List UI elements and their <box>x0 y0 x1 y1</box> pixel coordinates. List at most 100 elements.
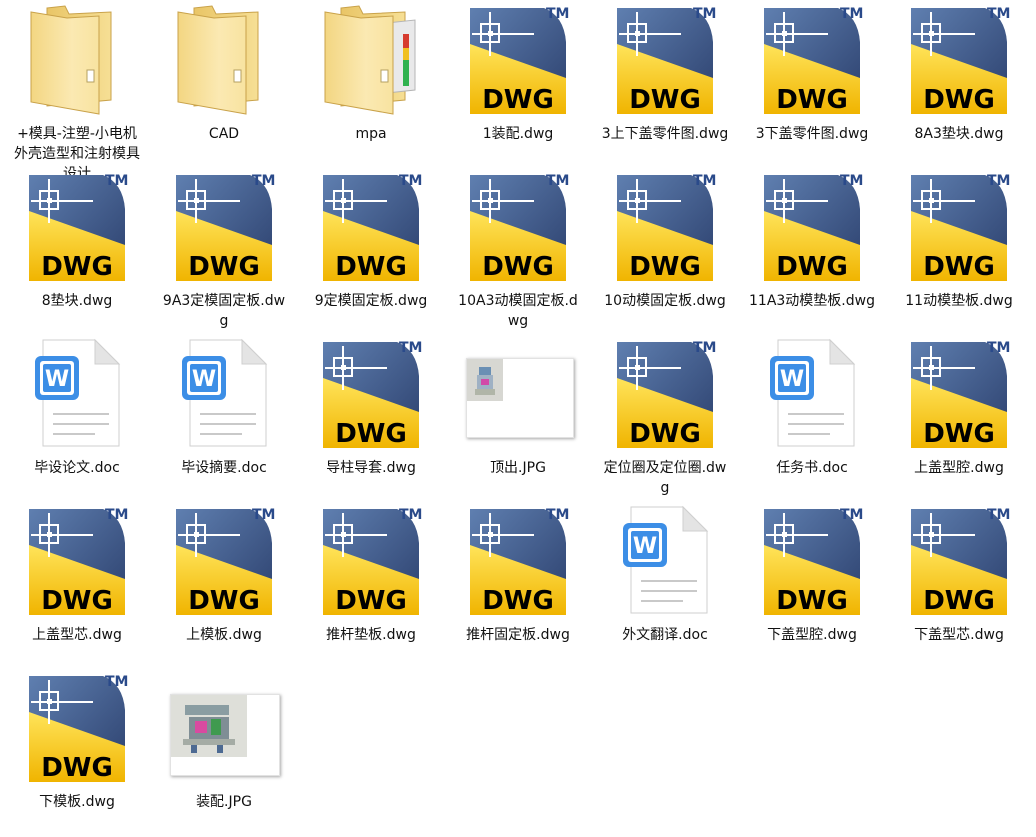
file-label: 毕设论文.doc <box>34 460 120 476</box>
svg-text:DWG: DWG <box>629 85 701 115</box>
dwg-file-icon: DWG TM <box>319 505 423 617</box>
file-label: 上模板.dwg <box>186 627 262 643</box>
dwg-file-icon: DWG TM <box>25 672 129 784</box>
dwg-file-item[interactable]: DWG TM 3下盖零件图.dwg <box>747 4 877 169</box>
file-label: CAD <box>208 126 240 142</box>
svg-text:TM: TM <box>546 173 569 189</box>
svg-text:TM: TM <box>987 507 1010 523</box>
dwg-file-icon: DWG TM <box>907 338 1011 450</box>
dwg-file-item[interactable]: DWG TM 下盖型腔.dwg <box>747 505 877 670</box>
svg-text:TM: TM <box>105 674 128 690</box>
file-label: 下模板.dwg <box>39 794 115 810</box>
dwg-file-icon: DWG TM <box>760 171 864 283</box>
file-label: 推杆固定板.dwg <box>466 627 570 643</box>
file-label: 下盖型芯.dwg <box>914 627 1004 643</box>
file-label: 3下盖零件图.dwg <box>755 126 869 142</box>
doc-file-item[interactable]: W 外文翻译.doc <box>600 505 730 670</box>
jpg-file-item[interactable]: 装配.JPG <box>159 672 289 837</box>
image-thumbnail <box>170 694 280 776</box>
dwg-file-item[interactable]: DWG TM 11A3动模垫板.dwg <box>747 171 877 336</box>
dwg-file-item[interactable]: DWG TM 11动模垫板.dwg <box>894 171 1024 336</box>
svg-text:TM: TM <box>987 340 1010 356</box>
folder-item[interactable]: +模具-注塑-小电机外壳造型和注射模具设计 <box>12 4 142 182</box>
file-label: 3上下盖零件图.dwg <box>601 126 729 142</box>
dwg-file-icon: DWG TM <box>613 4 717 116</box>
dwg-file-item[interactable]: DWG TM 1装配.dwg <box>453 4 583 169</box>
file-label: 上盖型腔.dwg <box>914 460 1004 476</box>
file-label: 9定模固定板.dwg <box>314 293 428 309</box>
dwg-file-icon: DWG TM <box>25 171 129 283</box>
folder-icon <box>25 4 129 116</box>
dwg-file-item[interactable]: DWG TM 下模板.dwg <box>12 672 142 837</box>
folder-item[interactable]: mpa <box>306 4 436 169</box>
file-label: 外文翻译.doc <box>622 627 708 643</box>
dwg-file-item[interactable]: DWG TM 上模板.dwg <box>159 505 289 670</box>
dwg-file-item[interactable]: DWG TM 10动模固定板.dwg <box>600 171 730 336</box>
svg-text:DWG: DWG <box>41 753 113 783</box>
file-label: 9A3定模固定板.dwg <box>162 293 286 329</box>
jpg-file-item[interactable]: 顶出.JPG <box>453 338 583 503</box>
dwg-file-icon: DWG TM <box>907 505 1011 617</box>
image-file-icon <box>170 672 280 784</box>
folder-item[interactable]: CAD <box>159 4 289 169</box>
svg-text:TM: TM <box>693 173 716 189</box>
file-label: 装配.JPG <box>196 794 252 810</box>
svg-text:DWG: DWG <box>776 85 848 115</box>
svg-text:DWG: DWG <box>923 419 995 449</box>
dwg-file-item[interactable]: DWG TM 推杆垫板.dwg <box>306 505 436 670</box>
file-label: 推杆垫板.dwg <box>326 627 416 643</box>
svg-text:TM: TM <box>546 507 569 523</box>
dwg-file-item[interactable]: DWG TM 9A3定模固定板.dwg <box>159 171 289 336</box>
dwg-file-icon: DWG TM <box>25 505 129 617</box>
dwg-file-item[interactable]: DWG TM 下盖型芯.dwg <box>894 505 1024 670</box>
dwg-file-icon: DWG TM <box>466 4 570 116</box>
svg-text:TM: TM <box>693 6 716 22</box>
svg-text:DWG: DWG <box>335 419 407 449</box>
file-label: 1装配.dwg <box>482 126 554 142</box>
file-label: 8A3垫块.dwg <box>914 126 1004 142</box>
svg-text:DWG: DWG <box>482 586 554 616</box>
svg-text:DWG: DWG <box>629 419 701 449</box>
file-label: 上盖型芯.dwg <box>32 627 122 643</box>
svg-text:TM: TM <box>840 173 863 189</box>
folder-icon <box>172 4 276 116</box>
dwg-file-item[interactable]: DWG TM 定位圈及定位圈.dwg <box>600 338 730 503</box>
dwg-file-item[interactable]: DWG TM 3上下盖零件图.dwg <box>600 4 730 169</box>
svg-text:DWG: DWG <box>188 586 260 616</box>
file-label: 10A3动模固定板.dwg <box>458 293 578 329</box>
dwg-file-icon: DWG TM <box>907 171 1011 283</box>
dwg-file-item[interactable]: DWG TM 上盖型腔.dwg <box>894 338 1024 503</box>
dwg-file-icon: DWG TM <box>319 338 423 450</box>
file-label: 任务书.doc <box>776 460 848 476</box>
svg-text:DWG: DWG <box>482 252 554 282</box>
dwg-file-icon: DWG TM <box>172 171 276 283</box>
dwg-file-item[interactable]: DWG TM 上盖型芯.dwg <box>12 505 142 670</box>
dwg-file-icon: DWG TM <box>466 505 570 617</box>
dwg-file-item[interactable]: DWG TM 8A3垫块.dwg <box>894 4 1024 169</box>
file-label: 毕设摘要.doc <box>181 460 267 476</box>
svg-text:TM: TM <box>252 507 275 523</box>
svg-text:DWG: DWG <box>41 586 113 616</box>
file-label: 定位圈及定位圈.dwg <box>603 460 727 496</box>
doc-file-item[interactable]: W 任务书.doc <box>747 338 877 503</box>
dwg-file-icon: DWG TM <box>466 171 570 283</box>
dwg-file-item[interactable]: DWG TM 导柱导套.dwg <box>306 338 436 503</box>
svg-text:TM: TM <box>987 173 1010 189</box>
svg-text:TM: TM <box>840 507 863 523</box>
dwg-file-icon: DWG TM <box>907 4 1011 116</box>
svg-text:W: W <box>633 534 657 559</box>
file-label: 11动模垫板.dwg <box>905 293 1013 309</box>
svg-text:DWG: DWG <box>923 252 995 282</box>
svg-text:TM: TM <box>693 340 716 356</box>
word-doc-icon: W <box>613 505 717 617</box>
doc-file-item[interactable]: W 毕设论文.doc <box>12 338 142 503</box>
dwg-file-item[interactable]: DWG TM 9定模固定板.dwg <box>306 171 436 336</box>
svg-text:TM: TM <box>399 507 422 523</box>
dwg-file-item[interactable]: DWG TM 8垫块.dwg <box>12 171 142 336</box>
image-file-icon <box>466 338 574 450</box>
doc-file-item[interactable]: W 毕设摘要.doc <box>159 338 289 503</box>
dwg-file-icon: DWG TM <box>760 505 864 617</box>
dwg-file-item[interactable]: DWG TM 10A3动模固定板.dwg <box>453 171 583 336</box>
dwg-file-item[interactable]: DWG TM 推杆固定板.dwg <box>453 505 583 670</box>
dwg-file-icon: DWG TM <box>613 171 717 283</box>
